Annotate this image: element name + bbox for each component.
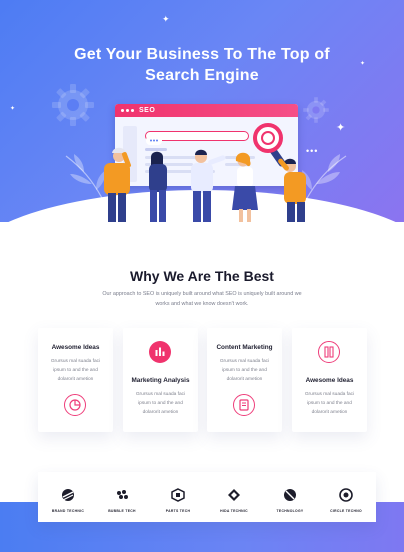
- feature-card-title: Marketing Analysis: [131, 377, 190, 384]
- person-icon: [232, 152, 258, 222]
- feature-card-marketing-analysis[interactable]: Marketing Analysis Grursus mal suada fac…: [123, 328, 198, 432]
- why-desc-line1: Our approach to SEO is uniquely built ar…: [102, 291, 302, 297]
- hero-section: ✦ ✦ ✦ ✦ Get Your Business To The Top of …: [0, 0, 404, 222]
- brand-name: PARTS TECH: [165, 509, 191, 513]
- feature-card-title: Content Marketing: [216, 344, 273, 351]
- feature-card-content-marketing[interactable]: Content Marketing Grursus mal suada faci…: [207, 328, 282, 432]
- pencil-ruler-icon: [318, 341, 340, 363]
- why-section-description: Our approach to SEO is uniquely built ar…: [90, 290, 314, 309]
- feature-card-title: Awesome Ideas: [305, 377, 354, 384]
- brand-name: BUBBLE TECH: [108, 509, 136, 513]
- person-icon: [149, 151, 167, 222]
- feature-card-awesome-ideas-2[interactable]: Awesome Ideas Grursus mal suada faci ipsu…: [292, 328, 367, 432]
- brand-name: BRAND TECHNIC: [51, 509, 85, 513]
- brand-logo[interactable]: BRAND TECHNIC: [44, 488, 92, 513]
- brand-name: TECHNOLOGY: [276, 509, 304, 513]
- feature-card-text: Grursus mal suada faci ipsum to and the a…: [135, 392, 186, 415]
- brand-logo[interactable]: HIDA TECHNIC: [210, 488, 258, 513]
- hida-technic-logo-icon: [228, 489, 240, 501]
- brand-logo[interactable]: PARTS TECH: [154, 488, 202, 513]
- document-icon: [233, 394, 255, 416]
- bar-chart-icon: [149, 341, 171, 363]
- feature-card-text: Grursus mal suada faci ipsum to and the a…: [50, 359, 101, 382]
- why-section-title: Why We Are The Best: [130, 268, 274, 284]
- feature-card-text: Grursus mal suada faci ipsum to and the a…: [219, 359, 270, 382]
- brand-logo[interactable]: CIRCLE TECHNO: [322, 488, 370, 513]
- pie-chart-icon: [64, 394, 86, 416]
- person-icon: [278, 158, 306, 222]
- brand-name: CIRCLE TECHNO: [330, 509, 362, 513]
- circle-techno-logo-icon: [339, 488, 353, 502]
- brand-name: HIDA TECHNIC: [220, 509, 248, 513]
- person-icon: [104, 147, 131, 222]
- feature-card-text: Grursus mal suada faci ipsum to and the a…: [304, 392, 355, 415]
- technology-logo-icon: [284, 489, 296, 501]
- brand-technic-logo-icon: [62, 489, 74, 501]
- feature-card-awesome-ideas[interactable]: Awesome Ideas Grursus mal suada faci ipsu…: [38, 328, 113, 432]
- feature-card-title: Awesome Ideas: [51, 344, 100, 351]
- brand-logo[interactable]: TECHNOLOGY: [266, 488, 314, 513]
- brand-logos-strip: BRAND TECHNIC BUBBLE TECH PARTS TECH HID…: [38, 472, 376, 522]
- why-desc-line2: works and what we know doesn't work.: [155, 300, 249, 307]
- parts-tech-logo-icon: [171, 488, 185, 502]
- team-illustration: [104, 136, 306, 222]
- brand-logo[interactable]: BUBBLE TECH: [98, 488, 146, 513]
- person-icon: [191, 149, 226, 222]
- bubble-tech-logo-icon: [117, 490, 128, 499]
